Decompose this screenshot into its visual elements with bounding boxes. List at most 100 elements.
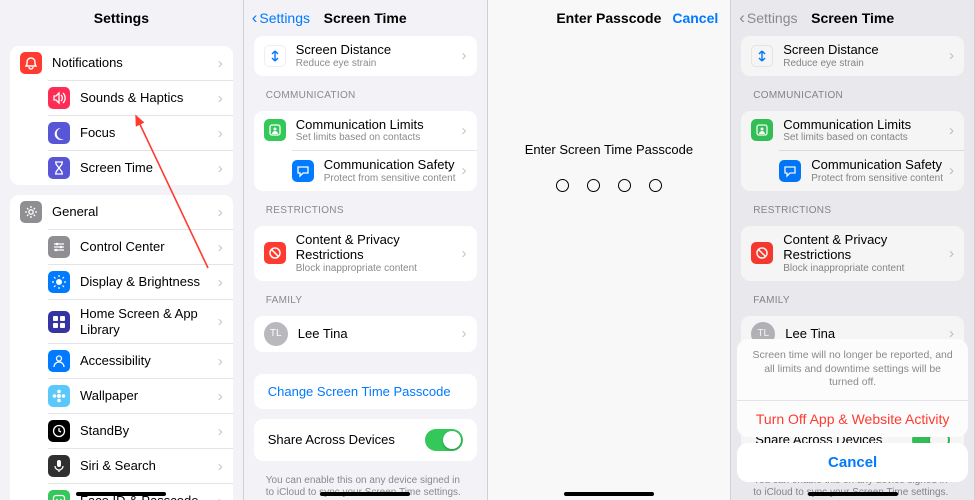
row-label: Control Center <box>80 239 212 255</box>
comm-row: Communication LimitsSet limits based on … <box>741 111 964 151</box>
chevron-right-icon: › <box>462 122 467 139</box>
gear-icon <box>20 201 42 223</box>
back-button[interactable]: ‹Settings <box>252 0 310 36</box>
settings-list[interactable]: Notifications›Sounds & Haptics›Focus›Scr… <box>0 36 243 500</box>
page-title: Screen Time <box>811 10 894 26</box>
content[interactable]: Screen DistanceReduce eye strain›COMMUNI… <box>244 36 487 500</box>
chevron-left-icon: ‹ <box>252 8 258 28</box>
hourglass-icon <box>48 157 70 179</box>
settings-row[interactable]: Focus› <box>48 115 233 150</box>
header: ‹Settings Screen Time <box>244 0 487 36</box>
page-title: Screen Time <box>324 10 407 26</box>
mic-icon <box>48 455 70 477</box>
row-sub: Protect from sensitive content <box>811 173 943 185</box>
chevron-right-icon: › <box>218 458 223 475</box>
row-sub: Block inappropriate content <box>783 263 943 275</box>
comm-row[interactable]: Communication SafetyProtect from sensiti… <box>292 150 477 191</box>
chevron-right-icon: › <box>949 122 954 139</box>
person-icon <box>48 350 70 372</box>
bell-icon <box>20 52 42 74</box>
flower-icon <box>48 385 70 407</box>
restrictions-row[interactable]: Content & Privacy RestrictionsBlock inap… <box>254 226 477 281</box>
share-toggle[interactable] <box>425 429 463 451</box>
screen-distance-row[interactable]: Screen DistanceReduce eye strain› <box>254 36 477 76</box>
settings-row[interactable]: General› <box>10 195 233 229</box>
settings-row[interactable]: Screen Time› <box>48 150 233 185</box>
row-label: Home Screen & App Library <box>80 306 212 337</box>
row-label: Sounds & Haptics <box>80 90 212 106</box>
sheet-message: Screen time will no longer be reported, … <box>737 339 968 400</box>
row-label: StandBy <box>80 423 212 439</box>
comm-row[interactable]: Communication LimitsSet limits based on … <box>254 111 477 151</box>
speaker-icon <box>48 87 70 109</box>
settings-row[interactable]: Sounds & Haptics› <box>48 80 233 115</box>
chevron-right-icon: › <box>462 162 467 179</box>
settings-row[interactable]: Siri & Search › <box>48 448 233 483</box>
nope-icon <box>264 242 286 264</box>
family-member-row[interactable]: TLLee Tina› <box>254 316 477 352</box>
row-sub: Protect from sensitive content <box>324 173 456 185</box>
row-title: Communication Limits <box>783 117 943 133</box>
chevron-right-icon: › <box>218 160 223 177</box>
chevron-right-icon: › <box>218 423 223 440</box>
passcode-dot <box>618 179 631 192</box>
row-title: Content & Privacy Restrictions <box>783 232 943 263</box>
section-header: FAMILY <box>753 295 974 306</box>
chevron-right-icon: › <box>218 125 223 142</box>
row-title: Content & Privacy Restrictions <box>296 232 456 263</box>
settings-row[interactable]: Accessibility› <box>48 343 233 378</box>
row-sub: Reduce eye strain <box>783 58 943 70</box>
cancel-button[interactable]: Cancel <box>672 0 718 36</box>
row-sub: Set limits based on contacts <box>783 132 943 144</box>
chevron-right-icon: › <box>462 325 467 342</box>
restrictions-row: Content & Privacy RestrictionsBlock inap… <box>741 226 964 281</box>
chevron-right-icon: › <box>218 274 223 291</box>
change-passcode-button[interactable]: Change Screen Time Passcode <box>254 374 477 409</box>
passcode-dot <box>556 179 569 192</box>
row-label: Siri & Search <box>80 458 212 474</box>
row-title: Screen Distance <box>296 42 456 58</box>
passcode-dots <box>488 179 731 192</box>
header: Enter Passcode Cancel <box>488 0 731 36</box>
chevron-right-icon: › <box>949 162 954 179</box>
chevron-right-icon: › <box>218 204 223 221</box>
settings-row[interactable]: Home Screen & App Library› <box>48 299 233 343</box>
sliders-icon <box>48 236 70 258</box>
action-sheet: Screen time will no longer be reported, … <box>737 339 968 482</box>
page-title: Enter Passcode <box>556 10 661 26</box>
comm-row: Communication SafetyProtect from sensiti… <box>779 150 964 191</box>
chevron-right-icon: › <box>218 493 223 500</box>
faceid-icon <box>48 490 70 500</box>
chevron-right-icon: › <box>218 55 223 72</box>
settings-root: Settings Notifications›Sounds & Haptics›… <box>0 0 244 500</box>
row-title: Communication Safety <box>324 157 456 173</box>
screen-time-page-dimmed: ‹Settings Screen Time Screen DistanceRed… <box>731 0 975 500</box>
settings-row[interactable]: Control Center› <box>48 229 233 264</box>
settings-row[interactable]: Display & Brightness› <box>48 264 233 299</box>
sheet-cancel-button[interactable]: Cancel <box>737 443 968 482</box>
grid-icon <box>48 311 70 333</box>
contacts-icon <box>264 119 286 141</box>
row-title: Share Across Devices <box>268 432 425 448</box>
home-indicator <box>564 492 654 496</box>
share-across-devices-row[interactable]: Share Across Devices <box>254 419 477 461</box>
sun-icon <box>48 271 70 293</box>
back-button: ‹Settings <box>739 0 797 36</box>
page-title: Settings <box>94 10 149 26</box>
home-indicator <box>808 492 898 496</box>
settings-row[interactable]: Wallpaper› <box>48 378 233 413</box>
settings-row[interactable]: StandBy › <box>48 413 233 448</box>
home-indicator <box>320 492 410 496</box>
clock-icon <box>48 420 70 442</box>
chevron-left-icon: ‹ <box>739 8 745 28</box>
passcode-page: Enter Passcode Cancel Enter Screen Time … <box>488 0 732 500</box>
distance-icon <box>751 45 773 67</box>
section-header: RESTRICTIONS <box>753 205 974 216</box>
chevron-right-icon: › <box>462 245 467 262</box>
sheet-action-button[interactable]: Turn Off App & Website Activity <box>737 400 968 437</box>
screen-time-page: ‹Settings Screen Time Screen DistanceRed… <box>244 0 488 500</box>
row-title: Communication Limits <box>296 117 456 133</box>
chevron-right-icon: › <box>218 353 223 370</box>
settings-row[interactable]: Notifications› <box>10 46 233 80</box>
row-label: Wallpaper <box>80 388 212 404</box>
